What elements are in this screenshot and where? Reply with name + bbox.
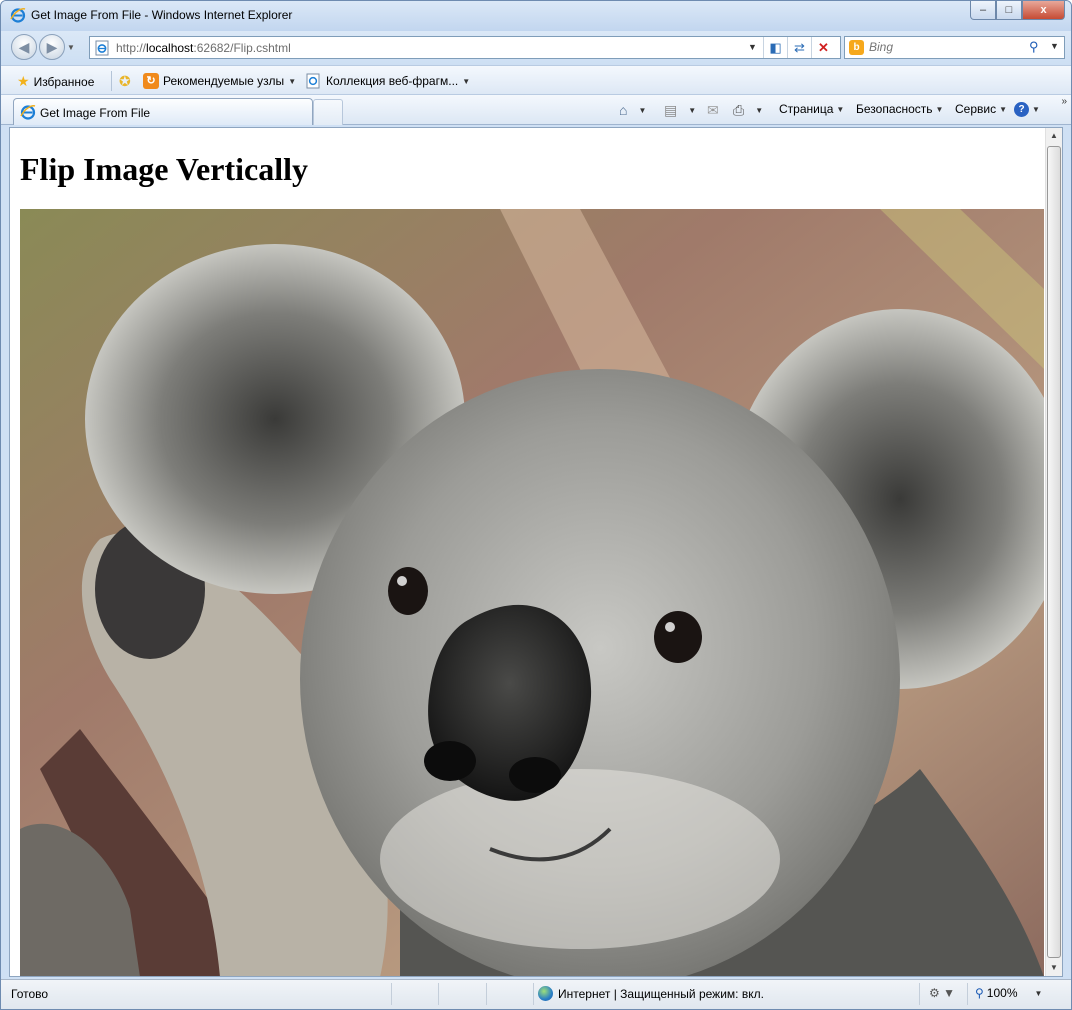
status-divider xyxy=(967,983,968,1005)
safety-menu[interactable]: Безопасность ▼ xyxy=(856,102,943,116)
search-icon[interactable]: ⚲ xyxy=(1029,39,1039,55)
page-icon xyxy=(95,40,109,56)
maximize-button[interactable]: □ xyxy=(996,1,1022,20)
url-text[interactable]: http://localhost:62682/Flip.cshtml xyxy=(116,41,291,55)
status-divider xyxy=(533,983,534,1005)
web-slice-label: Коллекция веб-фрагм... xyxy=(326,74,459,88)
read-mail-button[interactable]: ✉ xyxy=(707,102,719,119)
more-commands-chevron-icon[interactable]: » xyxy=(1061,96,1067,107)
add-favorite-icon: ✪ xyxy=(119,73,131,89)
search-input[interactable] xyxy=(869,40,1029,54)
search-box[interactable]: b ⚲ ▼ xyxy=(844,36,1065,59)
chevron-down-icon: ▼ xyxy=(1034,988,1043,998)
add-to-favorites-bar-button[interactable]: ✪ xyxy=(119,73,131,90)
minimize-button[interactable]: – xyxy=(970,1,996,20)
page-content: Flip Image Vertically ▲ ▼ xyxy=(9,127,1063,977)
help-icon: ? xyxy=(1014,102,1029,117)
koala-image xyxy=(20,209,1044,976)
favorites-bar: ★ Избранное ✪ ↻ Рекомендуемые узлы ▼ Кол… xyxy=(1,65,1071,95)
close-button[interactable]: x xyxy=(1022,1,1065,20)
ie-logo-icon xyxy=(20,105,36,120)
safety-menu-label: Безопасность xyxy=(856,102,933,116)
chevron-down-icon: ▼ xyxy=(688,106,697,115)
chevron-down-icon: ▼ xyxy=(638,105,647,115)
internet-globe-icon xyxy=(538,986,553,1001)
favorites-separator xyxy=(111,71,112,91)
chevron-down-icon: ▼ xyxy=(1032,105,1040,114)
forward-arrow-icon: ▶ xyxy=(46,38,58,55)
new-tab-button[interactable] xyxy=(313,99,343,125)
page-title: Flip Image Vertically xyxy=(20,151,308,187)
chevron-down-icon: ▼ xyxy=(462,76,471,86)
chevron-down-icon: ▼ xyxy=(999,104,1008,114)
window-title: Get Image From File - Windows Internet E… xyxy=(31,8,293,22)
status-bar: Готово Интернет | Защищенный режим: вкл.… xyxy=(1,979,1071,1009)
page-menu-label: Страница xyxy=(779,102,834,116)
title-bar: Get Image From File - Windows Internet E… xyxy=(1,1,1071,31)
history-dropdown-icon[interactable]: ▼ xyxy=(67,43,75,52)
security-zone[interactable]: Интернет | Защищенный режим: вкл. xyxy=(538,986,764,1001)
vertical-scrollbar[interactable]: ▲ ▼ xyxy=(1045,128,1062,976)
help-button[interactable]: ? ▼ xyxy=(1014,102,1040,117)
feeds-button[interactable]: ▤ ▼ xyxy=(664,102,696,119)
web-slice-icon xyxy=(306,73,320,89)
status-divider xyxy=(919,983,920,1005)
suggested-sites-item[interactable]: ↻ Рекомендуемые узлы ▼ xyxy=(143,73,296,89)
tab-label: Get Image From File xyxy=(40,106,151,120)
bing-icon: b xyxy=(849,40,864,55)
page-menu[interactable]: Страница ▼ xyxy=(779,102,844,116)
mail-icon: ✉ xyxy=(707,102,719,118)
browser-window: Get Image From File - Windows Internet E… xyxy=(0,0,1072,1010)
favorites-label: Избранное xyxy=(33,74,95,89)
tools-menu-label: Сервис xyxy=(955,102,997,116)
status-divider xyxy=(391,983,392,1005)
navigation-bar: ◀ ▶ ▼ http://localhost:62682/Flip.cshtml… xyxy=(1,31,1071,65)
compatibility-view-button[interactable]: ◧ xyxy=(763,37,787,58)
printer-icon: ⎙ xyxy=(733,102,745,118)
home-button[interactable]: ⌂ ▼ xyxy=(619,102,646,118)
protected-mode-icon[interactable]: ⚙ ▼ xyxy=(929,986,955,1000)
stop-icon: ✕ xyxy=(818,39,829,55)
ie-logo-icon xyxy=(10,8,26,23)
web-slice-gallery-item[interactable]: Коллекция веб-фрагм... ▼ xyxy=(306,73,470,89)
status-divider xyxy=(438,983,439,1005)
scrollbar-thumb[interactable] xyxy=(1047,146,1061,958)
home-icon: ⌂ xyxy=(619,102,628,118)
status-divider xyxy=(486,983,487,1005)
scroll-down-icon[interactable]: ▼ xyxy=(1046,960,1062,976)
chevron-down-icon: ▼ xyxy=(836,104,845,114)
command-bar: Get Image From File ⌂ ▼ ▤ ▼ ✉ ⎙ ▼ Страни… xyxy=(1,95,1071,125)
tools-menu[interactable]: Сервис ▼ xyxy=(955,102,1007,116)
forward-button[interactable]: ▶ xyxy=(39,34,65,60)
security-zone-label: Интернет | Защищенный режим: вкл. xyxy=(558,986,764,1001)
url-prefix: http:// xyxy=(116,41,147,55)
zoom-level: 100% xyxy=(986,986,1018,1000)
zoom-control[interactable]: ⚲ 100% ▼ xyxy=(975,986,1042,1000)
refresh-icon: ⇄ xyxy=(794,39,805,55)
suggested-sites-label: Рекомендуемые узлы xyxy=(163,74,285,88)
zoom-magnifier-icon: ⚲ xyxy=(975,986,984,1000)
chevron-down-icon: ▼ xyxy=(755,106,764,115)
print-button[interactable]: ⎙ ▼ xyxy=(733,102,763,119)
address-bar[interactable]: http://localhost:62682/Flip.cshtml ▼ ◧ ⇄… xyxy=(89,36,841,59)
back-arrow-icon: ◀ xyxy=(18,38,30,55)
chevron-down-icon: ▼ xyxy=(288,76,297,86)
refresh-button[interactable]: ⇄ xyxy=(787,37,811,58)
suggested-sites-icon: ↻ xyxy=(143,73,159,89)
address-dropdown-icon[interactable]: ▼ xyxy=(748,42,757,52)
compatibility-icon: ◧ xyxy=(769,39,782,55)
search-options-dropdown-icon[interactable]: ▼ xyxy=(1050,41,1059,51)
favorites-star-icon: ★ xyxy=(17,73,30,89)
back-button[interactable]: ◀ xyxy=(11,34,37,60)
rss-feed-icon: ▤ xyxy=(664,102,678,118)
status-text: Готово xyxy=(11,987,49,1001)
koala-photo-illustration xyxy=(20,209,1044,976)
url-host: localhost xyxy=(146,41,194,55)
favorites-button[interactable]: ★ Избранное xyxy=(17,73,94,90)
chevron-down-icon: ▼ xyxy=(935,104,944,114)
url-rest: :62682/Flip.cshtml xyxy=(193,41,291,55)
scroll-up-icon[interactable]: ▲ xyxy=(1046,128,1062,144)
tab-get-image-from-file[interactable]: Get Image From File xyxy=(13,98,313,125)
stop-button[interactable]: ✕ xyxy=(811,37,835,58)
